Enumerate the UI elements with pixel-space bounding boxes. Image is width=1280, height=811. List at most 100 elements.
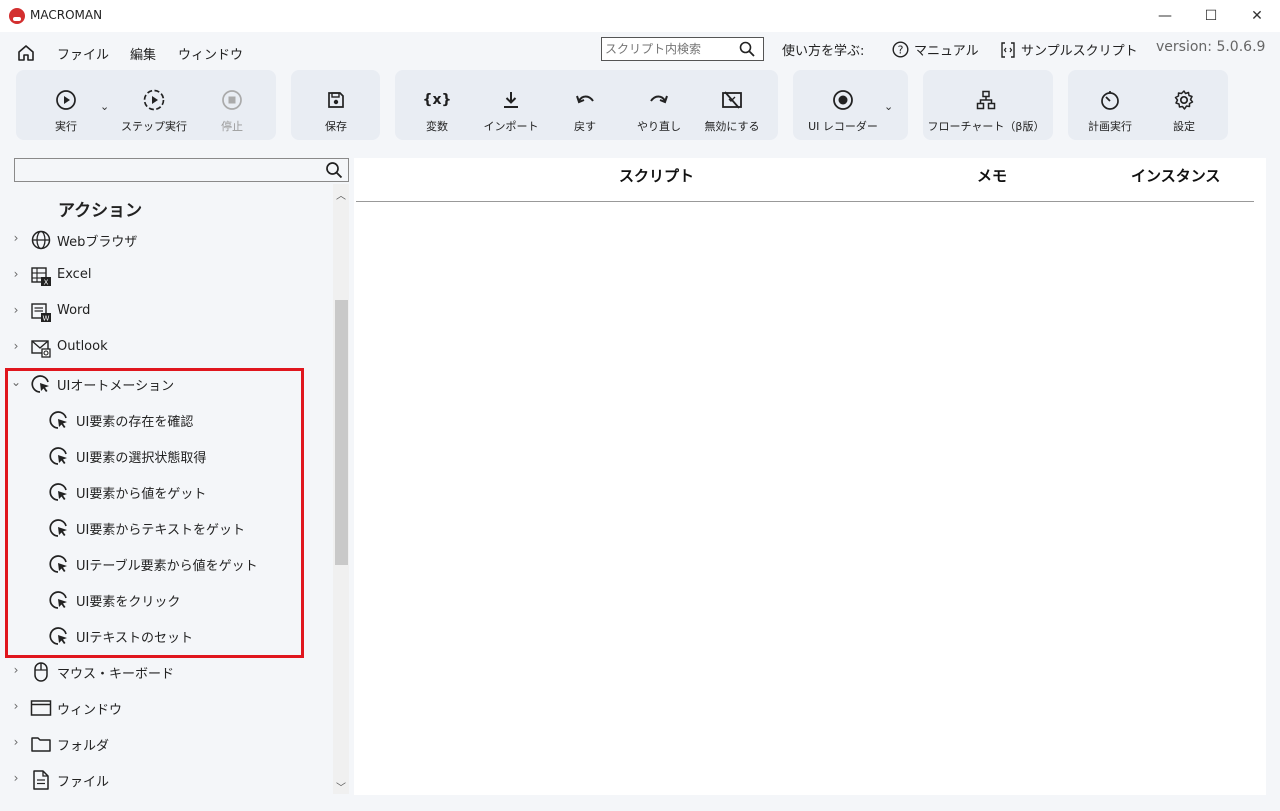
variables-label: 変数 [426,120,448,133]
help-icon: ? [892,41,909,58]
app-title: MACROMAN [30,8,103,22]
script-search-input[interactable] [602,38,732,60]
column-header-script[interactable]: スクリプト [619,165,694,186]
minimize-icon: — [1158,8,1172,24]
category-mouse-keyboard[interactable]: › マウス・キーボード [0,653,330,689]
run-dropdown-chevron-icon[interactable]: ⌄ [100,100,109,113]
title-bar: MACROMAN — ☐ ✕ [0,0,1280,32]
chevron-right-icon[interactable]: › [10,339,22,353]
action-search-box [14,158,349,182]
save-icon [328,92,344,108]
svg-text:X: X [44,279,49,287]
code-file-icon [1001,41,1015,58]
scroll-down-icon[interactable]: ﹀ [335,779,347,794]
flowchart-icon [976,90,996,110]
word-icon: W [31,303,51,323]
folder-icon [31,737,51,752]
maximize-icon: ☐ [1204,8,1218,24]
redo-button[interactable]: やり直し [619,88,699,134]
undo-button[interactable]: 戻す [545,88,625,134]
ui-recorder-button[interactable]: UI レコーダー [803,88,883,134]
menu-edit[interactable]: 編集 [130,44,156,63]
maximize-button[interactable]: ☐ [1188,0,1234,32]
settings-button[interactable]: 設定 [1144,88,1224,134]
download-icon [504,92,518,108]
category-label: ウィンドウ [57,703,123,718]
chevron-right-icon[interactable]: › [10,267,22,281]
undo-icon [576,95,594,104]
chevron-right-icon[interactable]: › [10,663,22,677]
ui-recorder-label: UI レコーダー [808,120,878,133]
category-folder[interactable]: › フォルダ [0,725,330,761]
manual-link[interactable]: ? マニュアル [892,40,979,59]
undo-label: 戻す [574,120,596,133]
close-button[interactable]: ✕ [1234,0,1280,32]
disable-button[interactable]: 無効にする [692,88,772,134]
chevron-right-icon[interactable]: › [10,231,22,245]
run-label: 実行 [55,120,77,133]
variables-button[interactable]: {x} 変数 [397,88,477,134]
sample-scripts-label: サンプルスクリプト [1021,44,1138,59]
category-label: ファイル [57,775,110,790]
recorder-dropdown-chevron-icon[interactable]: ⌄ [884,100,893,113]
home-icon[interactable] [16,43,36,63]
learn-label: 使い方を学ぶ: [782,44,865,59]
chevron-right-icon[interactable]: › [10,771,22,785]
globe-icon [31,230,51,250]
chevron-right-icon[interactable]: › [10,735,22,749]
sample-scripts-link[interactable]: サンプルスクリプト [1000,40,1138,59]
import-button[interactable]: インポート [471,88,551,134]
flowchart-label: フローチャート（β版） [927,120,1045,133]
sidebar-scrollbar-thumb[interactable] [335,300,348,565]
menu-file[interactable]: ファイル [57,44,109,63]
highlight-frame [5,368,304,658]
play-circle-icon [56,90,76,110]
category-label: Excel [57,267,92,282]
menu-window[interactable]: ウィンドウ [178,44,243,63]
category-window[interactable]: › ウィンドウ [0,689,330,725]
save-label: 保存 [325,120,347,133]
close-icon: ✕ [1251,8,1263,24]
step-run-label: ステップ実行 [121,120,187,133]
disable-label: 無効にする [704,120,760,133]
chevron-right-icon[interactable]: › [10,303,22,317]
svg-text:?: ? [898,44,904,57]
category-outlook[interactable]: › Outlook [0,329,330,365]
column-header-instance[interactable]: インスタンス [1131,165,1220,186]
category-file[interactable]: › ファイル [0,761,330,797]
script-search-box [601,37,764,61]
scroll-up-icon[interactable]: ︿ [335,187,347,202]
search-icon[interactable] [325,161,343,179]
column-header-memo[interactable]: メモ [977,165,1007,186]
action-search-input[interactable] [15,159,315,181]
stop-button[interactable]: 停止 [192,88,272,134]
actions-title: アクション [58,201,143,221]
app-logo-icon [9,8,25,24]
category-label: マウス・キーボード [57,667,175,682]
category-word[interactable]: › W Word [0,293,330,329]
outlook-icon [31,340,51,358]
file-icon [33,770,49,790]
minimize-button[interactable]: — [1142,0,1188,32]
window-icon [30,700,52,716]
disable-icon [722,91,742,109]
category-label: Webブラウザ [57,235,138,250]
category-label: フォルダ [57,739,110,754]
mouse-icon [34,662,48,682]
version-label: version: 5.0.6.9 [1156,39,1266,55]
redo-label: やり直し [637,120,681,133]
stop-circle-icon [222,90,242,110]
category-web-browser[interactable]: › Webブラウザ [0,221,330,257]
save-button[interactable]: 保存 [296,88,376,134]
variables-icon: {x} [422,92,452,108]
run-button[interactable]: 実行 [26,88,106,134]
category-label: Word [57,303,91,318]
step-run-button[interactable]: ステップ実行 [114,88,194,134]
category-excel[interactable]: › X Excel [0,257,330,293]
search-icon[interactable] [739,41,755,57]
chevron-right-icon[interactable]: › [10,699,22,713]
svg-text:W: W [43,315,50,323]
scheduled-run-button[interactable]: 計画実行 [1070,88,1150,134]
record-icon [833,90,853,110]
flowchart-button[interactable]: フローチャート（β版） [928,88,1044,134]
